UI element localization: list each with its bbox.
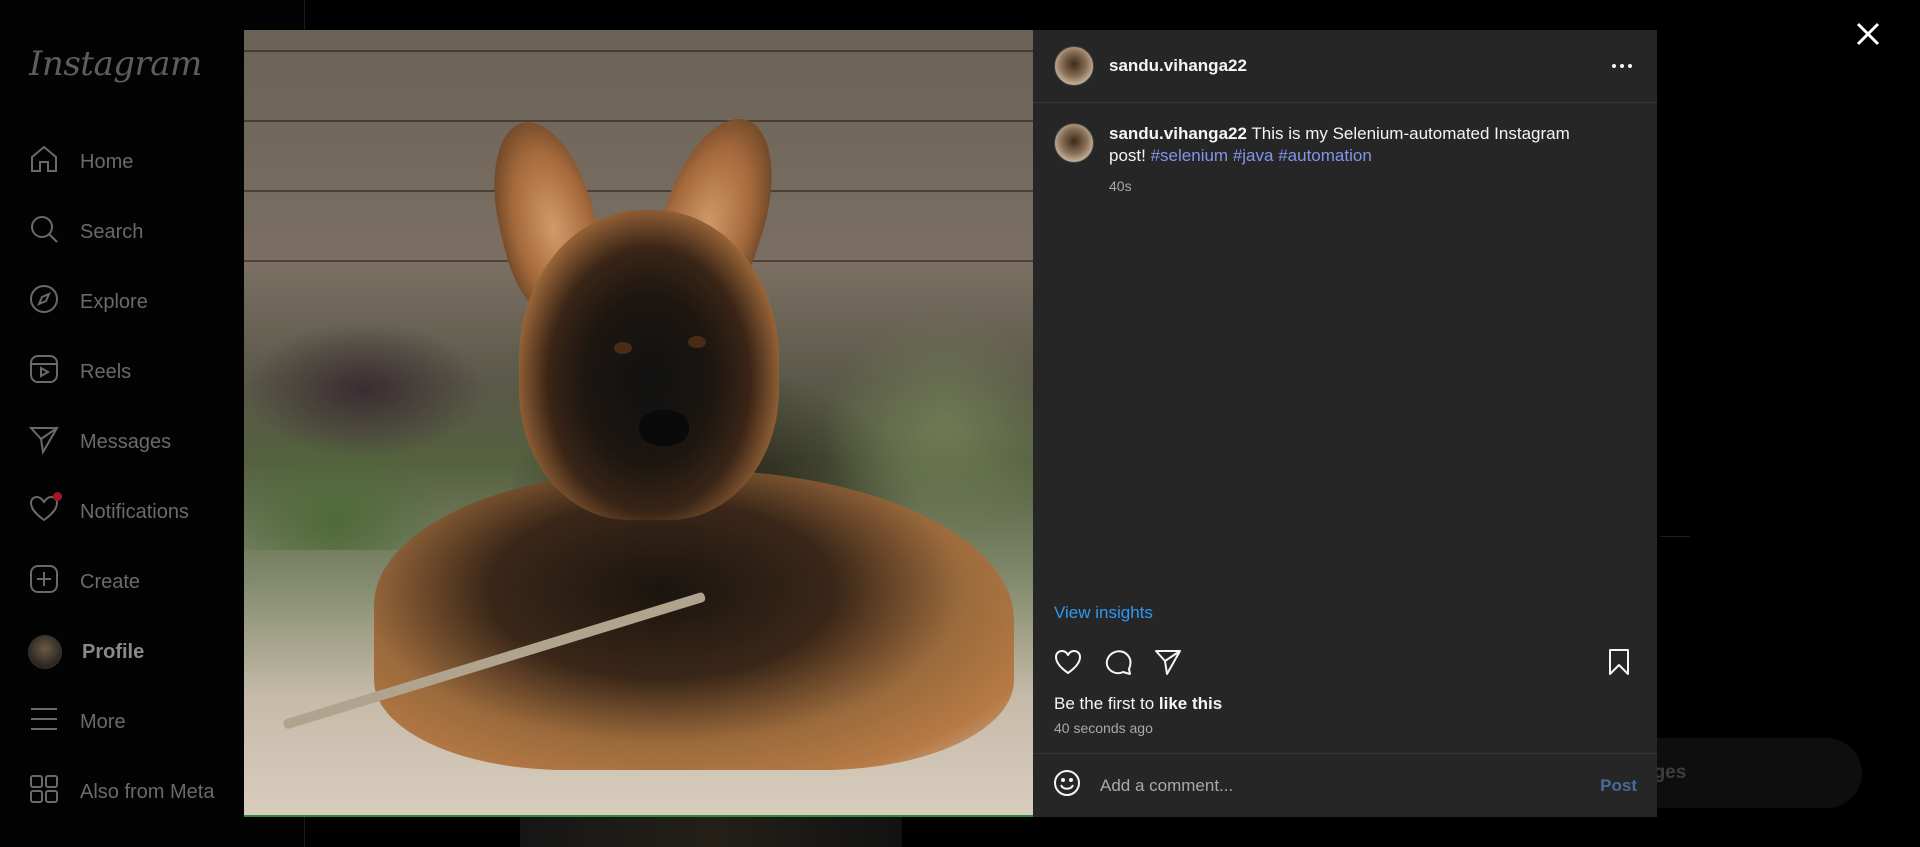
action-bar <box>1033 633 1657 691</box>
author-avatar[interactable] <box>1054 46 1094 86</box>
post-comment-button[interactable]: Post <box>1600 776 1637 796</box>
close-icon <box>1856 22 1880 46</box>
save-button[interactable] <box>1601 644 1637 680</box>
likes-summary: Be the first to like this <box>1033 691 1657 717</box>
image-detail <box>244 120 1033 122</box>
insights-row: View insights <box>1033 593 1657 633</box>
image-detail <box>639 410 689 446</box>
author-username[interactable]: sandu.vihanga22 <box>1109 56 1247 76</box>
caption-username[interactable]: sandu.vihanga22 <box>1109 124 1247 143</box>
image-detail <box>688 336 706 348</box>
post-details-panel: sandu.vihanga22 sandu.vihanga22 This is … <box>1033 30 1657 817</box>
more-icon <box>1612 64 1616 68</box>
comment-icon <box>1105 650 1132 675</box>
hashtag-link[interactable]: #selenium <box>1151 146 1229 165</box>
image-detail <box>519 210 779 520</box>
emoji-button[interactable] <box>1052 768 1082 803</box>
comment-button[interactable] <box>1100 644 1136 680</box>
image-detail <box>614 342 632 354</box>
close-button[interactable] <box>1853 19 1883 49</box>
post-caption: sandu.vihanga22 This is my Selenium-auto… <box>1033 103 1657 197</box>
post-timestamp: 40 seconds ago <box>1054 720 1153 736</box>
hashtag-link[interactable]: #java <box>1233 146 1274 165</box>
more-icon <box>1628 64 1632 68</box>
image-detail <box>244 50 1033 52</box>
view-insights-link[interactable]: View insights <box>1054 603 1153 623</box>
send-icon <box>1155 650 1181 675</box>
more-options-button[interactable] <box>1607 56 1637 76</box>
comments-area <box>1033 197 1657 593</box>
post-image[interactable] <box>244 30 1033 817</box>
caption-avatar[interactable] <box>1054 123 1094 163</box>
like-this-link[interactable]: like this <box>1159 694 1222 714</box>
share-button[interactable] <box>1150 644 1186 680</box>
post-modal: sandu.vihanga22 sandu.vihanga22 This is … <box>244 30 1657 817</box>
caption-body: sandu.vihanga22 This is my Selenium-auto… <box>1109 123 1579 197</box>
more-icon <box>1620 64 1624 68</box>
like-button[interactable] <box>1050 644 1086 680</box>
bookmark-icon <box>1609 649 1629 675</box>
heart-icon <box>1055 650 1081 674</box>
emoji-icon <box>1054 770 1080 796</box>
caption-timestamp: 40s <box>1109 178 1132 194</box>
comment-input[interactable] <box>1100 775 1601 796</box>
hashtag-link[interactable]: #automation <box>1278 146 1372 165</box>
likes-prefix: Be the first to <box>1054 694 1155 713</box>
post-header: sandu.vihanga22 <box>1033 30 1657 103</box>
comment-bar: Post <box>1033 753 1657 817</box>
image-detail <box>244 190 1033 192</box>
